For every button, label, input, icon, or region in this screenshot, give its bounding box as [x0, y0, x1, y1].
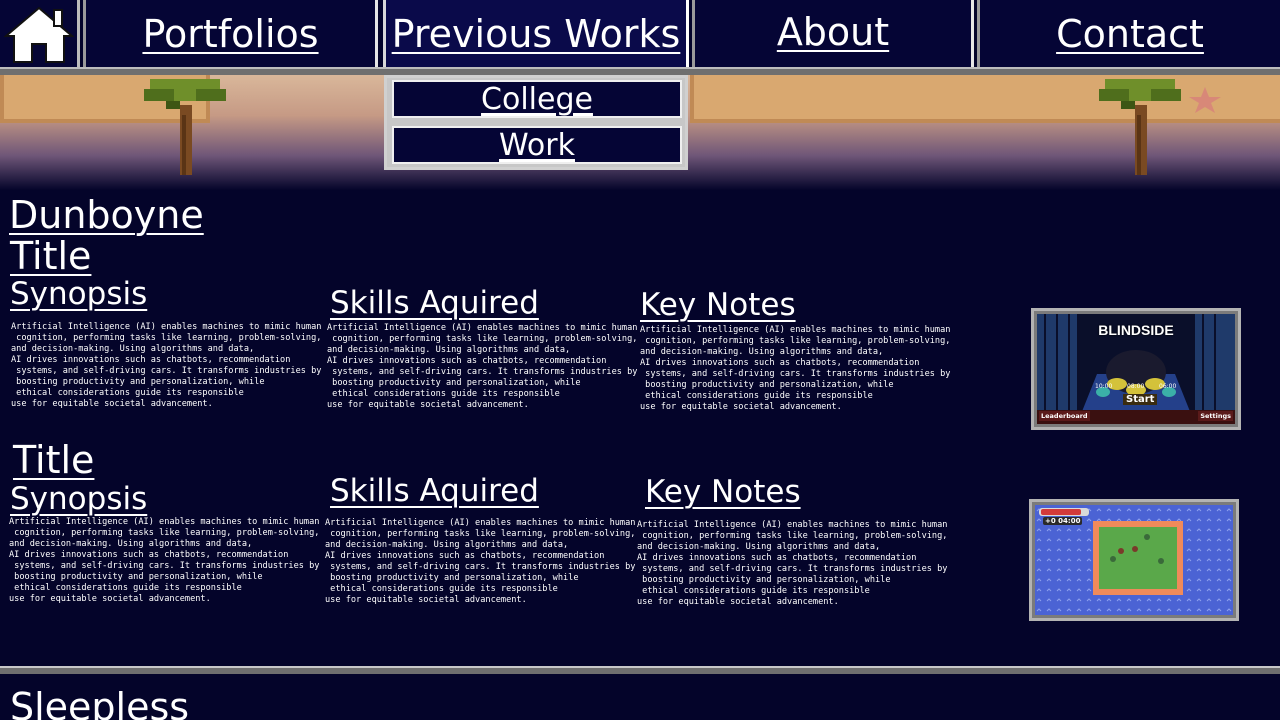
- dropdown-item-label: Work: [499, 127, 575, 163]
- timer-label: +0 04:00: [1043, 517, 1083, 525]
- project-title[interactable]: Title: [10, 237, 91, 275]
- settings-button: Settings: [1198, 411, 1233, 421]
- dropdown-item-college[interactable]: College: [392, 80, 682, 118]
- synopsis-heading[interactable]: Synopsis: [10, 484, 147, 515]
- project-thumbnail[interactable]: +0 04:00: [1029, 499, 1239, 621]
- key-notes-text: Artificial Intelligence (AI) enables mac…: [637, 520, 948, 607]
- nav-divider: [0, 67, 1280, 75]
- start-button: Start: [1123, 394, 1158, 405]
- previous-works-dropdown: College Work: [384, 75, 688, 170]
- skills-heading[interactable]: Skills Aquired: [330, 476, 539, 507]
- nav-item-previous-works[interactable]: Previous Works: [383, 0, 689, 68]
- arena-screenshot: +0 04:00: [1035, 505, 1233, 615]
- nav-item-portfolios[interactable]: Portfolios: [83, 0, 378, 68]
- nav-item-label: About: [776, 10, 890, 54]
- nav-item-about[interactable]: About: [692, 0, 974, 68]
- synopsis-text: Artificial Intelligence (AI) enables mac…: [11, 322, 322, 409]
- score-label: 08:00: [1127, 383, 1145, 390]
- synopsis-heading[interactable]: Synopsis: [10, 279, 147, 310]
- nav-item-label: Previous Works: [391, 12, 681, 56]
- next-section-title: Sleepless: [10, 685, 190, 720]
- nav-item-label: Contact: [1056, 12, 1204, 56]
- blindside-screenshot: BLINDSIDE 10:00 08:00 06:00 Start Leader…: [1037, 314, 1235, 424]
- score-label: 10:00: [1095, 383, 1113, 390]
- home-button[interactable]: [0, 0, 80, 68]
- top-navigation: Portfolios Previous Works About Contact: [0, 0, 1280, 75]
- leaderboard-button: Leaderboard: [1039, 411, 1090, 421]
- palm-tree-icon: [144, 79, 226, 175]
- skills-text: Artificial Intelligence (AI) enables mac…: [327, 323, 638, 410]
- palm-tree-icon: [1099, 79, 1181, 175]
- key-notes-heading[interactable]: Key Notes: [640, 290, 796, 321]
- dropdown-item-label: College: [481, 81, 593, 117]
- skills-heading[interactable]: Skills Aquired: [330, 288, 539, 319]
- starfish-icon: [1189, 87, 1221, 113]
- synopsis-text: Artificial Intelligence (AI) enables mac…: [9, 517, 320, 604]
- score-label: 06:00: [1159, 383, 1177, 390]
- section-title[interactable]: Dunboyne: [9, 196, 204, 234]
- dropdown-item-work[interactable]: Work: [392, 126, 682, 164]
- project-title[interactable]: Title: [13, 441, 94, 479]
- section-divider: [0, 666, 1280, 674]
- key-notes-heading[interactable]: Key Notes: [645, 477, 801, 508]
- game-title: BLINDSIDE: [1098, 322, 1174, 338]
- key-notes-text: Artificial Intelligence (AI) enables mac…: [640, 325, 951, 412]
- project-thumbnail[interactable]: BLINDSIDE 10:00 08:00 06:00 Start Leader…: [1031, 308, 1241, 430]
- home-icon: [3, 6, 74, 63]
- skills-text: Artificial Intelligence (AI) enables mac…: [325, 518, 636, 605]
- nav-item-label: Portfolios: [142, 12, 319, 56]
- nav-item-contact[interactable]: Contact: [977, 0, 1280, 68]
